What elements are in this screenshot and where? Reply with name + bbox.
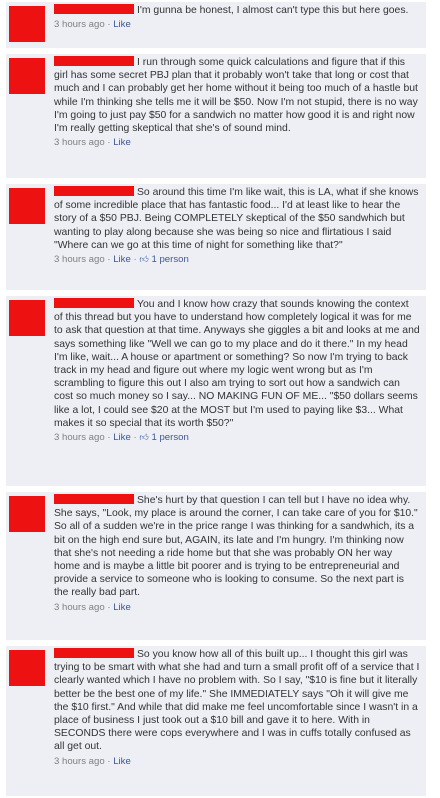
avatar-redacted[interactable] xyxy=(9,300,45,336)
author-name-redacted[interactable] xyxy=(54,56,134,66)
comment-text: You and I know how crazy that sounds kno… xyxy=(54,299,420,429)
timestamp: 3 hours ago xyxy=(54,601,105,613)
like-link[interactable]: Like xyxy=(113,19,131,30)
timestamp: 3 hours ago xyxy=(54,254,105,266)
comment: So you know how all of this built up... … xyxy=(6,646,426,796)
comment-text: So around this time I'm like wait, this … xyxy=(54,187,419,251)
author-name-redacted[interactable] xyxy=(54,494,134,504)
comment: I'm gunna be honest, I almost can't type… xyxy=(6,2,426,48)
thumbs-up-icon: 👍︎ xyxy=(139,254,149,265)
comment-text: I'm gunna be honest, I almost can't type… xyxy=(137,5,409,16)
like-count[interactable]: 👍︎ 1 person xyxy=(139,254,188,265)
thumbs-up-icon: 👍︎ xyxy=(139,432,149,443)
avatar-redacted[interactable] xyxy=(9,58,45,94)
like-link[interactable]: Like xyxy=(113,137,131,148)
comment-meta: 3 hours ago · Like · 👍︎ 1 person xyxy=(54,254,189,266)
comment: You and I know how crazy that sounds kno… xyxy=(6,296,426,486)
comment-meta: 3 hours ago · Like xyxy=(54,755,131,767)
comment-feed: I'm gunna be honest, I almost can't type… xyxy=(0,0,440,798)
timestamp: 3 hours ago xyxy=(54,19,105,31)
author-name-redacted[interactable] xyxy=(54,186,134,196)
timestamp: 3 hours ago xyxy=(54,432,105,444)
comment: She's hurt by that question I can tell b… xyxy=(6,492,426,640)
timestamp: 3 hours ago xyxy=(54,137,105,149)
avatar-redacted[interactable] xyxy=(9,496,45,532)
author-name-redacted[interactable] xyxy=(54,648,134,658)
comment: I run through some quick calculations an… xyxy=(6,54,426,178)
comment-text: So you know how all of this built up... … xyxy=(54,649,420,753)
like-link[interactable]: Like xyxy=(113,432,131,443)
comment-text: I run through some quick calculations an… xyxy=(54,57,418,135)
timestamp: 3 hours ago xyxy=(54,755,105,767)
comment-text: She's hurt by that question I can tell b… xyxy=(54,495,418,599)
comment-meta: 3 hours ago · Like xyxy=(54,601,131,613)
avatar-redacted[interactable] xyxy=(9,650,45,686)
comment-meta: 3 hours ago · Like xyxy=(54,19,131,31)
comment: So around this time I'm like wait, this … xyxy=(6,184,426,290)
author-name-redacted[interactable] xyxy=(54,4,134,14)
comment-meta: 3 hours ago · Like · 👍︎ 1 person xyxy=(54,432,189,444)
avatar-redacted[interactable] xyxy=(9,6,45,42)
like-link[interactable]: Like xyxy=(113,602,131,613)
like-link[interactable]: Like xyxy=(113,254,131,265)
avatar-redacted[interactable] xyxy=(9,188,45,224)
like-count[interactable]: 👍︎ 1 person xyxy=(139,432,188,443)
author-name-redacted[interactable] xyxy=(54,298,134,308)
comment-meta: 3 hours ago · Like xyxy=(54,137,131,149)
like-link[interactable]: Like xyxy=(113,756,131,767)
